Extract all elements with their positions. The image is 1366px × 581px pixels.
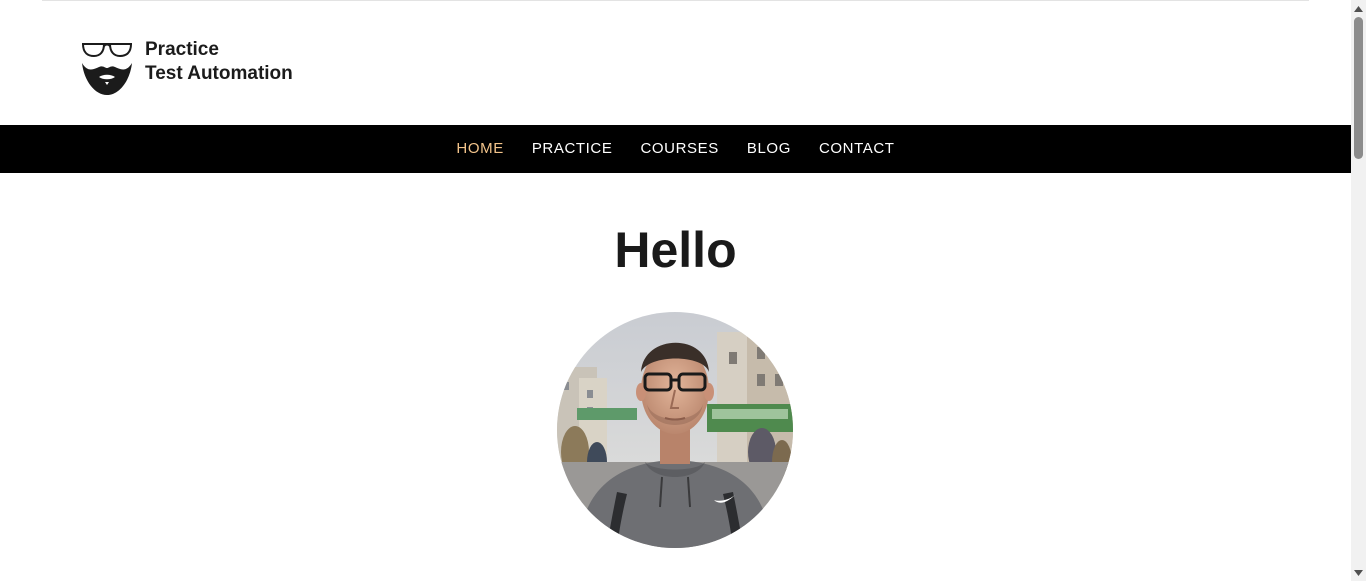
vertical-scrollbar[interactable] [1351, 0, 1366, 581]
nav-link-contact[interactable]: CONTACT [819, 140, 895, 157]
profile-photo-illustration [557, 312, 793, 548]
nav-item-courses: COURSES [640, 140, 718, 158]
nav-item-practice: PRACTICE [532, 140, 613, 158]
nav-item-blog: BLOG [747, 140, 791, 158]
profile-photo [557, 312, 793, 548]
site-logo-link[interactable]: Practice Test Automation [80, 39, 293, 97]
nav-menu: HOME PRACTICE COURSES BLOG CONTACT [0, 125, 1351, 173]
logo-text: Practice Test Automation [145, 38, 293, 86]
nav-link-blog[interactable]: BLOG [747, 140, 791, 157]
site-header: Practice Test Automation [0, 1, 1351, 125]
scrollbar-thumb[interactable] [1354, 17, 1363, 159]
logo-line-1: Practice [145, 39, 219, 60]
scroll-up-icon[interactable] [1351, 0, 1366, 17]
logo-line-2: Test Automation [145, 63, 293, 84]
nav-link-practice[interactable]: PRACTICE [532, 140, 613, 157]
nav-item-home: HOME [456, 140, 503, 158]
glasses-beard-icon [81, 43, 133, 95]
main-navigation: HOME PRACTICE COURSES BLOG CONTACT [0, 125, 1351, 173]
scroll-down-icon[interactable] [1351, 564, 1366, 581]
nav-link-courses[interactable]: COURSES [640, 140, 718, 157]
nav-link-home[interactable]: HOME [456, 140, 503, 157]
page-title: Hello [614, 222, 737, 278]
nav-item-contact: CONTACT [819, 140, 895, 158]
